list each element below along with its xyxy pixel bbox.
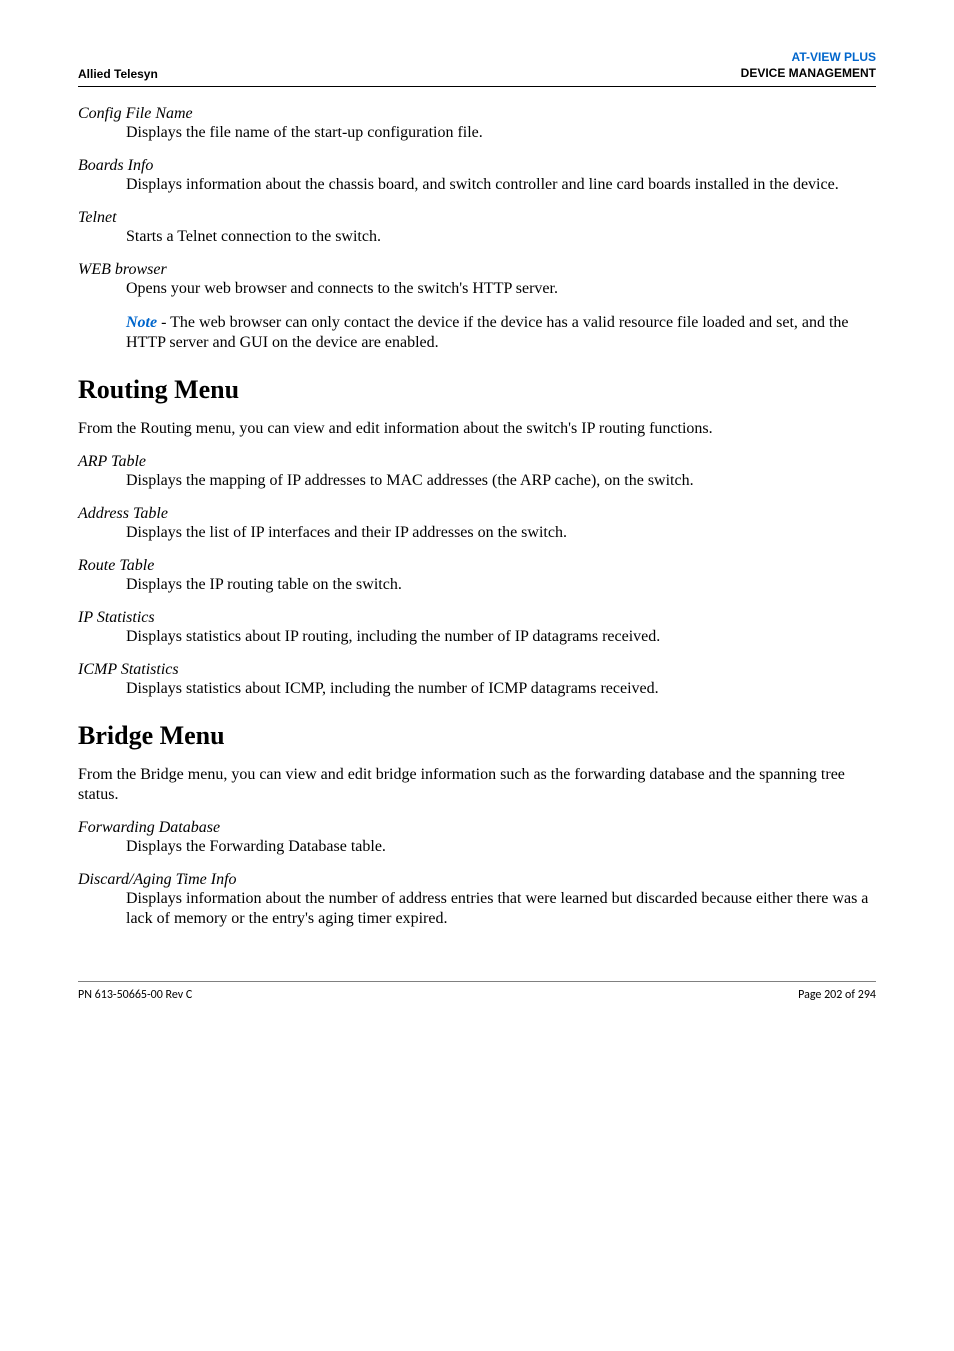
desc-icmp-statistics: Displays statistics about ICMP, includin… <box>126 679 876 699</box>
desc-discard-aging: Displays information about the number of… <box>126 889 876 929</box>
term-icmp-statistics: ICMP Statistics <box>78 661 876 679</box>
term-web-browser: WEB browser <box>78 261 876 279</box>
note-text: - The web browser can only contact the d… <box>126 314 849 351</box>
desc-address-table: Displays the list of IP interfaces and t… <box>126 523 876 543</box>
footer-divider <box>78 981 876 982</box>
term-forwarding-database: Forwarding Database <box>78 819 876 837</box>
desc-forwarding-database: Displays the Forwarding Database table. <box>126 837 876 857</box>
page-header: Allied Telesyn AT-VIEW PLUS DEVICE MANAG… <box>78 50 876 86</box>
page-footer: PN 613-50665-00 Rev C Page 202 of 294 <box>78 988 876 1002</box>
footer-page-number: Page 202 of 294 <box>798 988 876 1002</box>
desc-ip-statistics: Displays statistics about IP routing, in… <box>126 627 876 647</box>
term-route-table: Route Table <box>78 557 876 575</box>
header-right: AT-VIEW PLUS DEVICE MANAGEMENT <box>741 50 876 81</box>
desc-boards-info: Displays information about the chassis b… <box>126 175 876 195</box>
product-name: AT-VIEW PLUS <box>741 50 876 66</box>
heading-bridge-menu: Bridge Menu <box>78 721 876 751</box>
term-boards-info: Boards Info <box>78 157 876 175</box>
term-discard-aging: Discard/Aging Time Info <box>78 871 876 889</box>
term-ip-statistics: IP Statistics <box>78 609 876 627</box>
desc-arp-table: Displays the mapping of IP addresses to … <box>126 471 876 491</box>
desc-web-browser: Opens your web browser and connects to t… <box>126 279 876 299</box>
note-label: Note <box>126 314 157 331</box>
desc-config-file-name: Displays the file name of the start-up c… <box>126 123 876 143</box>
term-arp-table: ARP Table <box>78 453 876 471</box>
heading-routing-menu: Routing Menu <box>78 375 876 405</box>
intro-routing: From the Routing menu, you can view and … <box>78 419 876 439</box>
header-left: Allied Telesyn <box>78 67 158 81</box>
term-telnet: Telnet <box>78 209 876 227</box>
term-config-file-name: Config File Name <box>78 105 876 123</box>
term-address-table: Address Table <box>78 505 876 523</box>
header-divider <box>78 86 876 87</box>
desc-telnet: Starts a Telnet connection to the switch… <box>126 227 876 247</box>
footer-part-number: PN 613-50665-00 Rev C <box>78 988 192 1002</box>
note-web-browser: Note - The web browser can only contact … <box>126 313 876 353</box>
desc-route-table: Displays the IP routing table on the swi… <box>126 575 876 595</box>
section-name: DEVICE MANAGEMENT <box>741 66 876 82</box>
intro-bridge: From the Bridge menu, you can view and e… <box>78 765 876 805</box>
